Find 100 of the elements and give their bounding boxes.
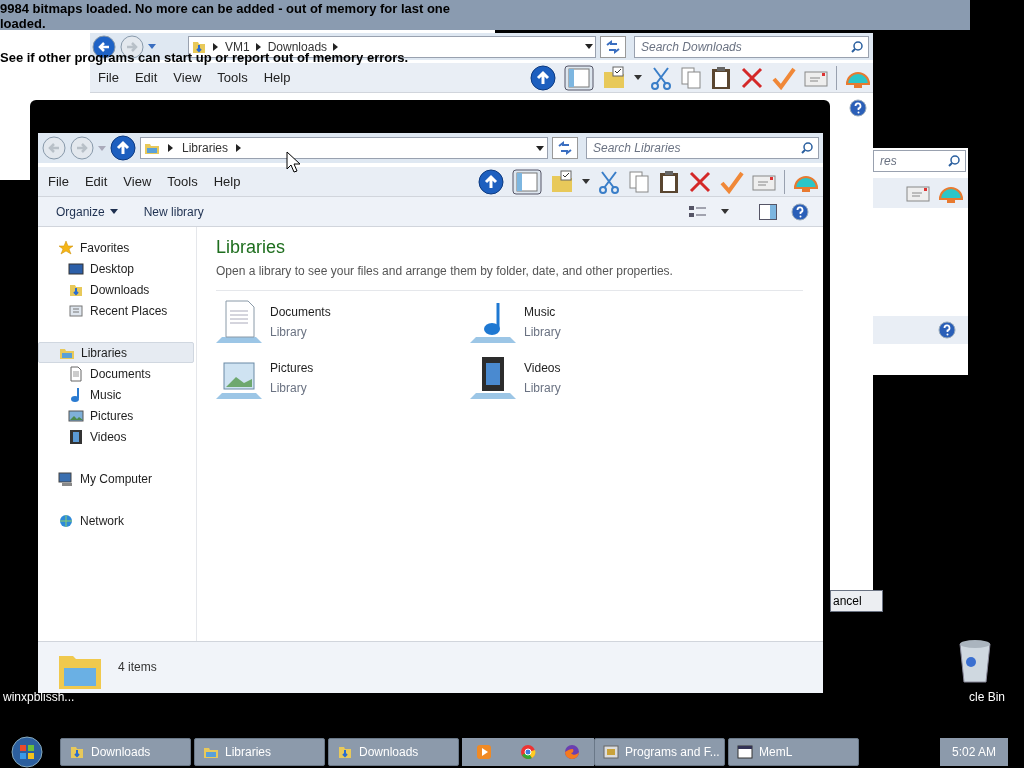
- video-library-icon: [470, 355, 518, 401]
- mouse-cursor-icon: [286, 151, 300, 173]
- caret-icon: [109, 209, 118, 214]
- desktop-icon-label[interactable]: winxpblissh...: [3, 688, 75, 706]
- browser-icon: [520, 744, 536, 760]
- menu-item[interactable]: Help: [213, 171, 241, 192]
- menu-item[interactable]: File: [48, 171, 69, 192]
- star-icon: [58, 239, 74, 256]
- menu-item[interactable]: Edit: [134, 67, 158, 88]
- menu-item[interactable]: View: [173, 67, 202, 88]
- document-icon: [68, 365, 84, 382]
- refresh-button[interactable]: [600, 35, 626, 58]
- start-button[interactable]: [8, 736, 46, 768]
- menu-item[interactable]: File: [98, 67, 119, 88]
- breadcrumb-item[interactable]: Libraries: [182, 139, 229, 157]
- command-button[interactable]: Organize: [50, 199, 124, 224]
- nav-item[interactable]: Music: [38, 384, 196, 405]
- up-button[interactable]: [530, 64, 556, 91]
- library-type: Library: [524, 380, 561, 397]
- preview-pane-icon[interactable]: [759, 203, 777, 220]
- nav-item[interactable]: Favorites: [38, 237, 194, 258]
- recent-places-icon: [68, 302, 84, 319]
- nav-item[interactable]: Downloads: [38, 279, 196, 300]
- computer-icon: [58, 470, 74, 487]
- trash-bin-icon[interactable]: [956, 638, 994, 684]
- nav-item[interactable]: Documents: [38, 363, 196, 384]
- caret-icon[interactable]: [582, 179, 590, 184]
- content-subtitle: Open a library to see your files and arrange them by folder, date, and other properties.: [216, 262, 803, 291]
- menu-item[interactable]: View: [123, 171, 152, 192]
- play-icon: [476, 744, 492, 760]
- preview-pane-button[interactable]: [564, 64, 594, 91]
- library-name[interactable]: Documents: [270, 303, 331, 321]
- picture-icon: [68, 407, 84, 424]
- folder-download-icon: [337, 744, 353, 760]
- cancel-button[interactable]: ancel: [830, 590, 883, 612]
- view-options-icon[interactable]: [689, 204, 707, 219]
- up-button[interactable]: [478, 168, 504, 195]
- search-field[interactable]: Search Downloads: [634, 35, 869, 58]
- caret-icon[interactable]: [721, 209, 729, 214]
- caret-icon[interactable]: [536, 145, 544, 151]
- delete-icon[interactable]: [740, 65, 764, 90]
- menu-item[interactable]: Tools: [217, 67, 248, 88]
- programs-icon: [603, 744, 619, 760]
- film-strip-icon: [68, 428, 84, 445]
- library-name[interactable]: Music: [524, 303, 561, 321]
- monitor-icon: [68, 260, 84, 277]
- library-type: Library: [270, 380, 308, 397]
- library-name[interactable]: Pictures: [270, 359, 314, 377]
- nav-item[interactable]: Libraries: [38, 342, 194, 363]
- search-field[interactable]: Search Libraries: [586, 137, 819, 159]
- refresh-button[interactable]: [552, 137, 578, 159]
- scissors-icon[interactable]: [598, 169, 620, 194]
- search-icon: [801, 142, 813, 154]
- help-icon[interactable]: [938, 321, 956, 339]
- folder-options-icon[interactable]: [602, 65, 626, 90]
- help-icon[interactable]: [849, 99, 867, 117]
- clipboard-icon[interactable]: [710, 65, 732, 90]
- menu-item[interactable]: Edit: [84, 171, 108, 192]
- search-field[interactable]: res: [873, 150, 966, 172]
- breadcrumb-arrow-icon: [168, 144, 174, 152]
- clipboard-icon[interactable]: [658, 169, 680, 194]
- breadcrumb-arrow-icon: [213, 42, 219, 51]
- nav-item[interactable]: Recent Places: [38, 300, 196, 321]
- checkmark-icon[interactable]: [772, 65, 796, 90]
- content-heading: Libraries: [216, 236, 287, 259]
- search-icon: [851, 40, 863, 53]
- nav-item[interactable]: My Computer: [38, 468, 194, 489]
- search-icon: [948, 155, 960, 167]
- help-icon[interactable]: [791, 202, 809, 221]
- scissors-icon[interactable]: [650, 65, 672, 90]
- folder-download-icon: [69, 744, 85, 760]
- library-type: Library: [270, 324, 308, 341]
- nav-item[interactable]: Videos: [38, 426, 196, 447]
- command-button[interactable]: New library: [137, 199, 210, 224]
- taskbar-button[interactable]: [550, 738, 594, 766]
- nav-item[interactable]: Network: [38, 510, 194, 531]
- app-window-icon: [737, 744, 753, 760]
- message-text: 9984 bitmaps loaded. No more can be added - out of memory for last one loaded.: [0, 1, 452, 31]
- fox-globe-icon: [564, 744, 580, 760]
- nav-item[interactable]: Pictures: [38, 405, 196, 426]
- address-bar[interactable]: Libraries: [140, 137, 548, 159]
- caret-icon[interactable]: [585, 44, 593, 49]
- library-type: Library: [524, 324, 561, 341]
- folder-options-icon[interactable]: [550, 169, 574, 194]
- menu-item[interactable]: Help: [263, 67, 291, 88]
- preview-pane-button[interactable]: [512, 168, 542, 195]
- caret-icon[interactable]: [634, 75, 642, 80]
- nav-item[interactable]: Desktop: [38, 258, 196, 279]
- document-library-icon: [216, 299, 264, 345]
- delete-icon[interactable]: [688, 169, 712, 194]
- menu-item[interactable]: Tools: [167, 171, 198, 192]
- desktop-icon-label[interactable]: cle Bin: [969, 688, 1006, 706]
- breadcrumb-arrow-icon: [255, 42, 262, 51]
- up-button[interactable]: [110, 135, 136, 161]
- checkmark-icon[interactable]: [720, 169, 744, 194]
- breadcrumb-arrow-icon: [333, 42, 340, 51]
- library-name[interactable]: Videos: [524, 359, 561, 377]
- status-text: 4 items: [118, 659, 157, 676]
- network-globe-icon: [58, 512, 74, 529]
- breadcrumb-arrow-icon: [236, 144, 243, 152]
